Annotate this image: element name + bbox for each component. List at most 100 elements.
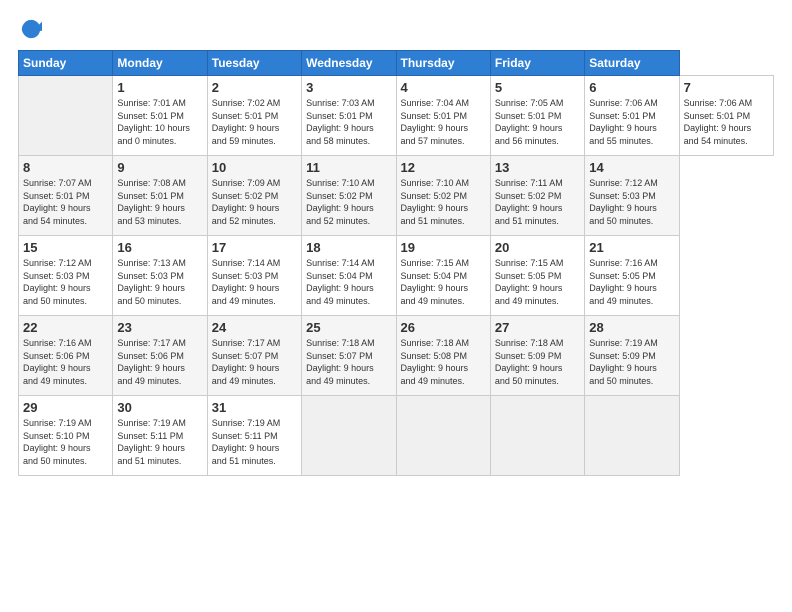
- day-info: Sunrise: 7:18 AM Sunset: 5:09 PM Dayligh…: [495, 337, 580, 387]
- calendar-week-4: 29Sunrise: 7:19 AM Sunset: 5:10 PM Dayli…: [19, 396, 774, 476]
- logo-icon: [20, 18, 42, 40]
- day-info: Sunrise: 7:11 AM Sunset: 5:02 PM Dayligh…: [495, 177, 580, 227]
- calendar-table: SundayMondayTuesdayWednesdayThursdayFrid…: [18, 50, 774, 476]
- day-number: 26: [401, 320, 486, 335]
- calendar-week-2: 15 Sunrise: 7:12 AM Sunset: 5:03 PM Dayli…: [19, 236, 774, 316]
- calendar-cell: 24Sunrise: 7:17 AM Sunset: 5:07 PM Dayli…: [207, 316, 301, 396]
- day-number: 2: [212, 80, 297, 95]
- day-number: 4: [401, 80, 486, 95]
- logo: [18, 18, 42, 40]
- header: [18, 18, 774, 40]
- day-number: 12: [401, 160, 486, 175]
- day-number: 7: [684, 80, 769, 95]
- calendar-cell: 21 Sunrise: 7:16 AM Sunset: 5:05 PM Dayli…: [585, 236, 679, 316]
- day-number: 27: [495, 320, 580, 335]
- day-number: 15: [23, 240, 108, 255]
- calendar-cell: 13 Sunrise: 7:11 AM Sunset: 5:02 PM Dayli…: [490, 156, 584, 236]
- calendar-cell: 25Sunrise: 7:18 AM Sunset: 5:07 PM Dayli…: [302, 316, 396, 396]
- calendar-header-row: SundayMondayTuesdayWednesdayThursdayFrid…: [19, 51, 774, 76]
- calendar-cell: [302, 396, 396, 476]
- day-number: 23: [117, 320, 202, 335]
- day-info: Sunrise: 7:12 AM Sunset: 5:03 PM Dayligh…: [23, 257, 108, 307]
- day-number: 28: [589, 320, 674, 335]
- calendar-cell: 23Sunrise: 7:17 AM Sunset: 5:06 PM Dayli…: [113, 316, 207, 396]
- day-number: 8: [23, 160, 108, 175]
- day-info: Sunrise: 7:03 AM Sunset: 5:01 PM Dayligh…: [306, 97, 391, 147]
- day-info: Sunrise: 7:07 AM Sunset: 5:01 PM Dayligh…: [23, 177, 108, 227]
- day-number: 9: [117, 160, 202, 175]
- calendar-body: 1Sunrise: 7:01 AM Sunset: 5:01 PM Daylig…: [19, 76, 774, 476]
- day-info: Sunrise: 7:19 AM Sunset: 5:09 PM Dayligh…: [589, 337, 674, 387]
- day-number: 3: [306, 80, 391, 95]
- day-info: Sunrise: 7:10 AM Sunset: 5:02 PM Dayligh…: [306, 177, 391, 227]
- day-number: 5: [495, 80, 580, 95]
- day-info: Sunrise: 7:19 AM Sunset: 5:11 PM Dayligh…: [117, 417, 202, 467]
- day-number: 10: [212, 160, 297, 175]
- day-number: 11: [306, 160, 391, 175]
- day-info: Sunrise: 7:04 AM Sunset: 5:01 PM Dayligh…: [401, 97, 486, 147]
- day-info: Sunrise: 7:18 AM Sunset: 5:08 PM Dayligh…: [401, 337, 486, 387]
- day-number: 21: [589, 240, 674, 255]
- calendar-cell: 12 Sunrise: 7:10 AM Sunset: 5:02 PM Dayli…: [396, 156, 490, 236]
- calendar-header-tuesday: Tuesday: [207, 51, 301, 76]
- calendar-cell: 16Sunrise: 7:13 AM Sunset: 5:03 PM Dayli…: [113, 236, 207, 316]
- day-info: Sunrise: 7:19 AM Sunset: 5:11 PM Dayligh…: [212, 417, 297, 467]
- calendar-cell: 7 Sunrise: 7:06 AM Sunset: 5:01 PM Daylig…: [679, 76, 773, 156]
- calendar-cell: 10 Sunrise: 7:09 AM Sunset: 5:02 PM Dayli…: [207, 156, 301, 236]
- day-info: Sunrise: 7:16 AM Sunset: 5:06 PM Dayligh…: [23, 337, 108, 387]
- day-number: 22: [23, 320, 108, 335]
- day-number: 20: [495, 240, 580, 255]
- day-number: 24: [212, 320, 297, 335]
- calendar-cell: 26 Sunrise: 7:18 AM Sunset: 5:08 PM Dayli…: [396, 316, 490, 396]
- page-container: SundayMondayTuesdayWednesdayThursdayFrid…: [0, 0, 792, 486]
- day-number: 29: [23, 400, 108, 415]
- day-info: Sunrise: 7:08 AM Sunset: 5:01 PM Dayligh…: [117, 177, 202, 227]
- day-info: Sunrise: 7:15 AM Sunset: 5:04 PM Dayligh…: [401, 257, 486, 307]
- calendar-cell: 4 Sunrise: 7:04 AM Sunset: 5:01 PM Daylig…: [396, 76, 490, 156]
- calendar-cell: 14 Sunrise: 7:12 AM Sunset: 5:03 PM Dayli…: [585, 156, 679, 236]
- day-info: Sunrise: 7:06 AM Sunset: 5:01 PM Dayligh…: [684, 97, 769, 147]
- calendar-header-saturday: Saturday: [585, 51, 679, 76]
- calendar-cell: 6Sunrise: 7:06 AM Sunset: 5:01 PM Daylig…: [585, 76, 679, 156]
- day-number: 13: [495, 160, 580, 175]
- calendar-cell: 18 Sunrise: 7:14 AM Sunset: 5:04 PM Dayli…: [302, 236, 396, 316]
- calendar-cell: 8 Sunrise: 7:07 AM Sunset: 5:01 PM Daylig…: [19, 156, 113, 236]
- calendar-cell: 15 Sunrise: 7:12 AM Sunset: 5:03 PM Dayli…: [19, 236, 113, 316]
- calendar-header-wednesday: Wednesday: [302, 51, 396, 76]
- calendar-cell: 11 Sunrise: 7:10 AM Sunset: 5:02 PM Dayli…: [302, 156, 396, 236]
- calendar-header-sunday: Sunday: [19, 51, 113, 76]
- calendar-cell: 20Sunrise: 7:15 AM Sunset: 5:05 PM Dayli…: [490, 236, 584, 316]
- calendar-week-1: 8 Sunrise: 7:07 AM Sunset: 5:01 PM Daylig…: [19, 156, 774, 236]
- calendar-cell: [396, 396, 490, 476]
- calendar-cell: 5Sunrise: 7:05 AM Sunset: 5:01 PM Daylig…: [490, 76, 584, 156]
- calendar-cell: 30Sunrise: 7:19 AM Sunset: 5:11 PM Dayli…: [113, 396, 207, 476]
- calendar-cell: 27 Sunrise: 7:18 AM Sunset: 5:09 PM Dayli…: [490, 316, 584, 396]
- day-number: 14: [589, 160, 674, 175]
- day-info: Sunrise: 7:16 AM Sunset: 5:05 PM Dayligh…: [589, 257, 674, 307]
- calendar-cell: 28 Sunrise: 7:19 AM Sunset: 5:09 PM Dayli…: [585, 316, 679, 396]
- calendar-cell: 31Sunrise: 7:19 AM Sunset: 5:11 PM Dayli…: [207, 396, 301, 476]
- calendar-cell: 1Sunrise: 7:01 AM Sunset: 5:01 PM Daylig…: [113, 76, 207, 156]
- calendar-week-0: 1Sunrise: 7:01 AM Sunset: 5:01 PM Daylig…: [19, 76, 774, 156]
- day-number: 1: [117, 80, 202, 95]
- calendar-cell: 29Sunrise: 7:19 AM Sunset: 5:10 PM Dayli…: [19, 396, 113, 476]
- calendar-cell: 2 Sunrise: 7:02 AM Sunset: 5:01 PM Daylig…: [207, 76, 301, 156]
- day-info: Sunrise: 7:18 AM Sunset: 5:07 PM Dayligh…: [306, 337, 391, 387]
- calendar-header-thursday: Thursday: [396, 51, 490, 76]
- day-info: Sunrise: 7:14 AM Sunset: 5:04 PM Dayligh…: [306, 257, 391, 307]
- day-info: Sunrise: 7:09 AM Sunset: 5:02 PM Dayligh…: [212, 177, 297, 227]
- calendar-cell: 19 Sunrise: 7:15 AM Sunset: 5:04 PM Dayli…: [396, 236, 490, 316]
- day-number: 6: [589, 80, 674, 95]
- day-info: Sunrise: 7:13 AM Sunset: 5:03 PM Dayligh…: [117, 257, 202, 307]
- day-info: Sunrise: 7:10 AM Sunset: 5:02 PM Dayligh…: [401, 177, 486, 227]
- calendar-header-monday: Monday: [113, 51, 207, 76]
- day-number: 17: [212, 240, 297, 255]
- calendar-week-3: 22 Sunrise: 7:16 AM Sunset: 5:06 PM Dayli…: [19, 316, 774, 396]
- day-info: Sunrise: 7:02 AM Sunset: 5:01 PM Dayligh…: [212, 97, 297, 147]
- day-number: 18: [306, 240, 391, 255]
- calendar-cell: 9 Sunrise: 7:08 AM Sunset: 5:01 PM Daylig…: [113, 156, 207, 236]
- day-info: Sunrise: 7:12 AM Sunset: 5:03 PM Dayligh…: [589, 177, 674, 227]
- calendar-cell: 3 Sunrise: 7:03 AM Sunset: 5:01 PM Daylig…: [302, 76, 396, 156]
- day-number: 19: [401, 240, 486, 255]
- calendar-cell: [490, 396, 584, 476]
